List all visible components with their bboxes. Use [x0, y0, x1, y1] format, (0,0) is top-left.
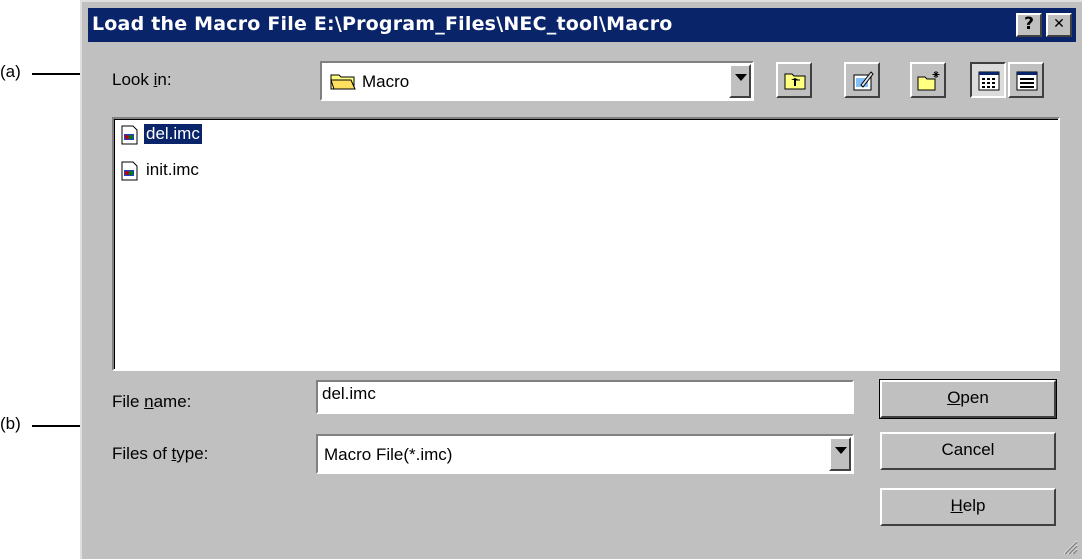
look-in-value: Macro [362, 72, 410, 91]
new-folder-icon [917, 71, 940, 91]
macro-file-icon [121, 161, 138, 181]
title-bar[interactable]: Load the Macro File E:\Program_Files\NEC… [88, 8, 1076, 42]
desktop-button[interactable] [844, 62, 880, 98]
list-item[interactable]: del.imc [120, 123, 230, 145]
list-view-icon [978, 71, 1000, 91]
file-type-label: Files of type: [112, 444, 209, 463]
details-view-button[interactable] [1008, 62, 1044, 98]
desktop-icon [853, 71, 874, 91]
context-help-button[interactable]: ? [1016, 13, 1042, 37]
file-type-combobox[interactable]: Macro File(*.imc) [316, 434, 854, 474]
folder-icon [330, 71, 356, 96]
file-list[interactable]: del.imc init.imc [112, 117, 1060, 371]
up-one-level-icon [784, 73, 806, 90]
file-type-dropdown-button[interactable] [829, 437, 851, 471]
open-button[interactable]: Open [879, 379, 1057, 419]
new-folder-button[interactable] [910, 62, 946, 98]
annotation-b-label: (b) [0, 414, 21, 433]
macro-file-icon [121, 125, 138, 145]
list-view-button[interactable] [970, 62, 1006, 98]
file-type-value: Macro File(*.imc) [324, 445, 453, 464]
file-name-label: File name: [112, 392, 192, 411]
help-button[interactable]: Help [880, 488, 1056, 526]
load-macro-dialog: Load the Macro File E:\Program_Files\NEC… [80, 0, 1082, 559]
look-in-combobox[interactable]: Macro [320, 61, 754, 101]
look-in-label: Look in: [112, 70, 172, 89]
resize-grip-icon[interactable] [1062, 539, 1078, 555]
file-name-text: init.imc [146, 160, 199, 179]
annotation-a-label: (a) [0, 62, 21, 81]
up-one-level-button[interactable] [776, 62, 812, 98]
list-item[interactable]: init.imc [120, 159, 230, 181]
close-button[interactable]: ✕ [1046, 13, 1072, 37]
look-in-dropdown-button[interactable] [729, 64, 751, 98]
window-title: Load the Macro File E:\Program_Files\NEC… [92, 13, 673, 35]
details-view-icon [1016, 71, 1038, 91]
file-name-text: del.imc [143, 123, 203, 145]
file-name-input[interactable]: del.imc [316, 380, 854, 414]
cancel-button[interactable]: Cancel [880, 432, 1056, 470]
